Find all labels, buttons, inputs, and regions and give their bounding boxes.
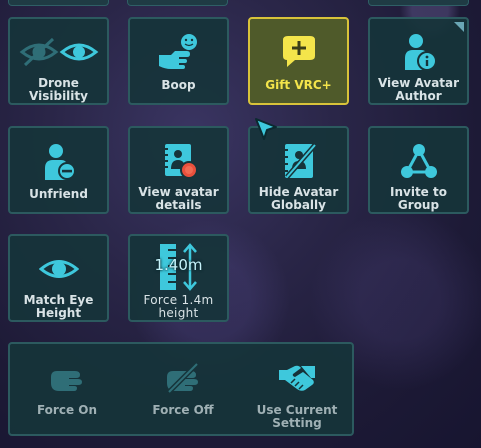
invite-to-group-button[interactable]: Invite to Group: [368, 126, 469, 214]
force-on-button[interactable]: Force On: [12, 344, 122, 434]
match-eye-height-button[interactable]: Match Eye Height: [8, 234, 109, 322]
tile-label: Force 1.4m height: [143, 293, 214, 320]
top-partial-tile: [368, 0, 469, 6]
group-label: Use Current Setting: [256, 403, 338, 430]
view-avatar-author-button[interactable]: View Avatar Author: [368, 17, 469, 105]
user-info-icon: [399, 31, 439, 73]
tile-label: Gift VRC+: [265, 78, 332, 92]
gift-vrc-plus-button[interactable]: Gift VRC+: [248, 17, 349, 105]
top-partial-tile: [8, 0, 109, 6]
handshake-icon: [277, 358, 317, 398]
view-avatar-details-button[interactable]: View avatar details: [128, 126, 229, 214]
force-off-button[interactable]: Force Off: [128, 344, 238, 434]
tile-label: Unfriend: [29, 187, 88, 201]
tile-label: View avatar details: [138, 185, 219, 212]
user-remove-icon: [39, 140, 79, 184]
unfriend-button[interactable]: Unfriend: [8, 126, 109, 214]
group-icon: [399, 140, 439, 182]
tile-label: Hide Avatar Globally: [258, 185, 339, 212]
hide-avatar-icon: [279, 140, 319, 182]
tile-label: View Avatar Author: [377, 76, 460, 103]
tile-label: Match Eye Height: [23, 293, 94, 320]
avatar-details-icon: [157, 140, 201, 182]
boop-button[interactable]: Boop: [128, 17, 229, 105]
tile-label: Drone Visibility: [29, 76, 88, 103]
chat-plus-icon: [279, 31, 319, 75]
height-icon: 1.40m: [149, 242, 209, 291]
pointer-cursor-icon: [254, 117, 280, 147]
eye-icon: [38, 248, 79, 290]
tile-label: Boop: [161, 78, 196, 92]
drone-visibility-button[interactable]: Drone Visibility: [8, 17, 109, 105]
force-setting-group: Force On Force Off Use Current Setting: [8, 342, 354, 436]
boop-icon: [157, 31, 201, 75]
height-readout: 1.40m: [154, 256, 203, 274]
corner-indicator: [454, 22, 464, 32]
tile-label: Invite to Group: [390, 185, 447, 212]
group-label: Force On: [36, 403, 98, 417]
eye-toggle-icon: [17, 31, 101, 73]
hand-icon: [47, 358, 87, 398]
use-current-setting-button[interactable]: Use Current Setting: [242, 344, 352, 434]
group-label: Force Off: [152, 403, 214, 417]
top-partial-tile: [127, 0, 228, 6]
hand-off-icon: [163, 358, 203, 398]
force-height-button[interactable]: 1.40m Force 1.4m height: [128, 234, 229, 322]
